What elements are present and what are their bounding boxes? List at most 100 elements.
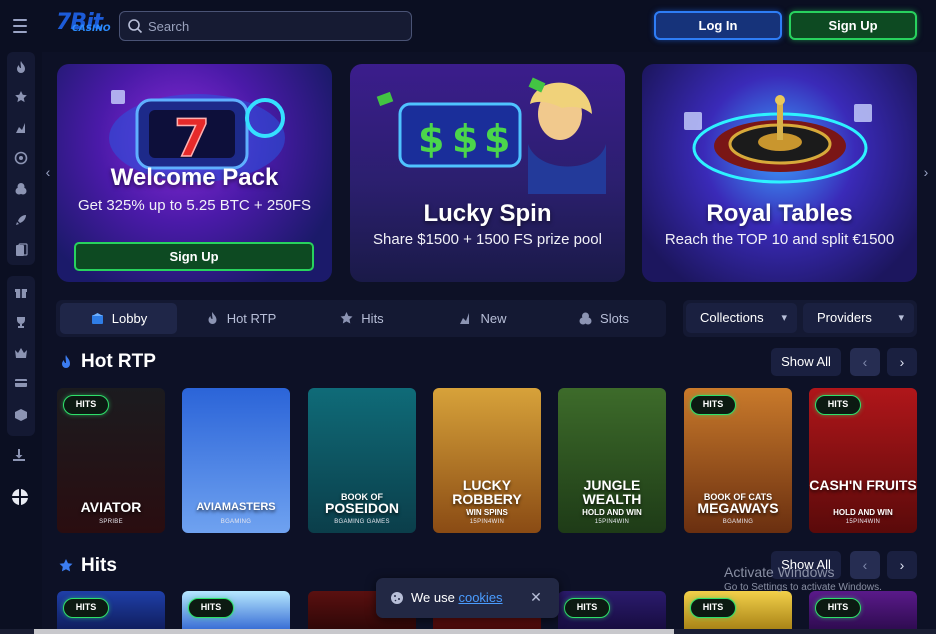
rocket-icon[interactable] [14, 213, 28, 227]
lucky-spin-illustration: $ $ $ [376, 77, 606, 194]
tab-label: Hot RTP [226, 311, 277, 326]
hits-badge: HITS [63, 395, 109, 415]
logo-subtext: CASINO [72, 24, 111, 34]
activate-windows-title: Activate Windows [724, 564, 835, 580]
horizontal-scrollbar[interactable] [0, 629, 936, 634]
fire-icon[interactable] [14, 60, 28, 74]
cookie-link[interactable]: cookies [458, 590, 502, 605]
close-icon[interactable]: ✕ [526, 587, 546, 607]
game-provider: 15PIN4WIN [845, 519, 881, 525]
game-card[interactable]: AVIAMASTERS BGAMING [182, 388, 290, 533]
svg-text:$: $ [418, 117, 444, 161]
target-icon[interactable] [14, 151, 28, 165]
hits-next-button[interactable]: › [887, 551, 917, 579]
category-tabs: Lobby Hot RTP Hits New Slots [56, 300, 666, 337]
game-title: AVIAMASTERS [196, 501, 276, 513]
game-provider: BGAMING [722, 519, 754, 525]
trophy-icon[interactable] [14, 315, 28, 329]
search-box[interactable] [119, 11, 412, 41]
carousel-next-icon[interactable]: › [920, 164, 932, 182]
game-title: LUCKY ROBBERY [452, 477, 522, 507]
hits-badge: HITS [815, 598, 861, 618]
coins-icon [579, 312, 592, 325]
menu-icon[interactable] [8, 14, 32, 38]
hot-rtp-prev-button[interactable]: ‹ [850, 348, 880, 376]
hot-rtp-next-button[interactable]: › [887, 348, 917, 376]
cookie-message: We use [411, 590, 455, 605]
tab-label: Slots [600, 311, 629, 326]
signup-button[interactable]: Sign Up [789, 11, 917, 40]
banner-royal-tables[interactable]: Royal Tables Reach the TOP 10 and split … [642, 64, 917, 282]
activate-windows-subtitle: Go to Settings to activate Windows. [724, 582, 882, 593]
game-card[interactable]: LUCKY ROBBERY WIN SPINS 15PIN4WIN [433, 388, 541, 533]
game-card[interactable]: HITS [57, 591, 165, 634]
game-card[interactable]: HITS AVIATOR SPRIBE [57, 388, 165, 533]
banner-lucky-spin[interactable]: $ $ $ Lucky Spin Share $1500 + 1500 FS p… [350, 64, 625, 282]
crown-icon[interactable] [14, 346, 28, 360]
scrollbar-thumb[interactable] [34, 629, 674, 634]
box-icon[interactable] [14, 407, 28, 421]
game-card[interactable]: HITS [182, 591, 290, 634]
tab-slots[interactable]: Slots [546, 303, 661, 334]
game-title: AVIATOR [80, 499, 142, 515]
banner-subtitle: Share $1500 + 1500 FS prize pool [373, 231, 602, 248]
search-input[interactable] [148, 16, 398, 36]
tab-new[interactable]: New [425, 303, 540, 334]
download-icon[interactable] [12, 448, 26, 462]
star-icon[interactable] [14, 90, 28, 104]
game-title: MEGAWAYS [697, 500, 779, 516]
svg-text:$: $ [452, 117, 478, 161]
chevron-down-icon: ▾ [781, 312, 787, 324]
collections-label: Collections [700, 310, 764, 325]
game-card[interactable]: JUNGLE WEALTH HOLD AND WIN 15PIN4WIN [558, 388, 666, 533]
banner-title: Royal Tables [706, 200, 853, 227]
providers-dropdown[interactable]: Providers ▾ [803, 303, 914, 333]
game-provider: 15PIN4WIN [594, 519, 630, 525]
game-title: JUNGLE WEALTH [582, 477, 642, 507]
collections-dropdown[interactable]: Collections ▾ [686, 303, 797, 333]
cards-icon[interactable] [14, 243, 28, 257]
hits-badge: HITS [63, 598, 109, 618]
gift-icon[interactable] [14, 285, 28, 299]
game-title: CASH'N FRUITS [809, 477, 917, 493]
svg-text:$: $ [484, 117, 510, 161]
language-icon[interactable] [11, 488, 29, 506]
new-icon [460, 313, 470, 324]
banner-subtitle: Get 325% up to 5.25 BTC + 250FS [77, 197, 312, 214]
hits-prev-button[interactable]: ‹ [850, 551, 880, 579]
game-provider: 15PIN4WIN [469, 519, 505, 525]
hot-rtp-show-all-button[interactable]: Show All [771, 348, 841, 376]
chevron-down-icon: ▾ [898, 312, 904, 324]
logo[interactable]: 7Bit CASINO [54, 8, 111, 40]
tab-hot-rtp[interactable]: Hot RTP [183, 303, 298, 334]
banner-signup-button[interactable]: Sign Up [74, 242, 314, 271]
banner-welcome-pack[interactable]: 7 Welcome Pack Get 325% up to 5.25 BTC +… [57, 64, 332, 282]
login-button[interactable]: Log In [654, 11, 782, 40]
game-subtitle: HOLD AND WIN [582, 508, 642, 517]
hits-badge: HITS [188, 598, 234, 618]
game-card[interactable]: BOOK OF POSEIDON BGAMING GAMES [308, 388, 416, 533]
star-icon [59, 559, 73, 572]
game-card[interactable]: HITS [684, 591, 792, 634]
hits-badge: HITS [690, 598, 736, 618]
carousel-prev-icon[interactable]: ‹ [42, 164, 54, 182]
game-provider: SPRIBE [99, 519, 123, 525]
new-icon[interactable] [14, 121, 28, 135]
banner-title: Welcome Pack [110, 164, 279, 191]
game-provider: BGAMING [220, 519, 252, 525]
game-card[interactable]: HITS [809, 591, 917, 634]
game-card[interactable]: HITS BOOK OF CATS MEGAWAYS BGAMING [684, 388, 792, 533]
game-card[interactable]: HITS [558, 591, 666, 634]
fire-icon [62, 355, 70, 368]
tab-label: New [480, 311, 507, 326]
sidebar [0, 52, 42, 634]
star-icon [340, 312, 353, 324]
tab-hits[interactable]: Hits [304, 303, 419, 334]
roulette-illustration [684, 95, 872, 184]
card-payment-icon[interactable] [14, 376, 28, 390]
section-title-hot-rtp: Hot RTP [81, 351, 156, 372]
coins-icon[interactable] [14, 182, 28, 196]
game-card[interactable]: HITS CASH'N FRUITS HOLD AND WIN 15PIN4WIN [809, 388, 917, 533]
tab-lobby[interactable]: Lobby [60, 303, 177, 334]
game-provider: BGAMING GAMES [334, 519, 390, 525]
